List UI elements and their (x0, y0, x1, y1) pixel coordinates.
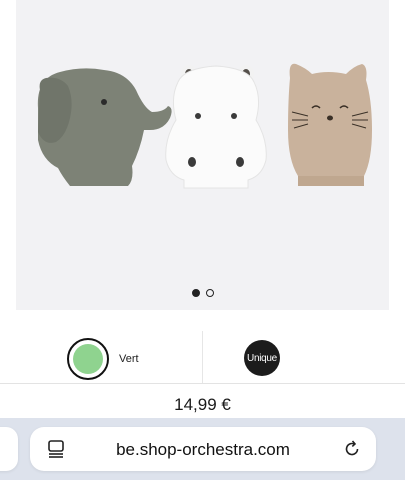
color-option-vert[interactable]: Vert (67, 338, 139, 380)
variant-divider (202, 331, 203, 383)
product-price: 14,99 € (174, 395, 231, 414)
color-label: Vert (119, 353, 139, 365)
elephant-mitt (37, 68, 172, 186)
browser-toolbar: be.shop-orchestra.com (0, 418, 405, 480)
product-gallery[interactable] (16, 0, 389, 310)
hippo-mitt (165, 65, 267, 189)
variant-selector: Vert (0, 331, 405, 383)
reload-icon[interactable] (342, 439, 362, 459)
previous-tab-preview[interactable] (0, 427, 18, 471)
size-option-unique[interactable]: Unique (244, 340, 280, 376)
color-swatch (73, 344, 103, 374)
color-swatch-ring (67, 338, 109, 380)
product-page: Vert Unique 14,99 € be.shop-orchestra.co… (0, 0, 405, 480)
section-divider (0, 383, 405, 384)
cat-mitt (288, 63, 372, 186)
address-bar[interactable]: be.shop-orchestra.com (30, 427, 376, 471)
pagination-dot[interactable] (205, 289, 214, 297)
pagination-dot-active[interactable] (191, 289, 200, 297)
product-image (37, 63, 372, 189)
url-text: be.shop-orchestra.com (116, 440, 290, 459)
gallery-pagination (16, 289, 389, 297)
